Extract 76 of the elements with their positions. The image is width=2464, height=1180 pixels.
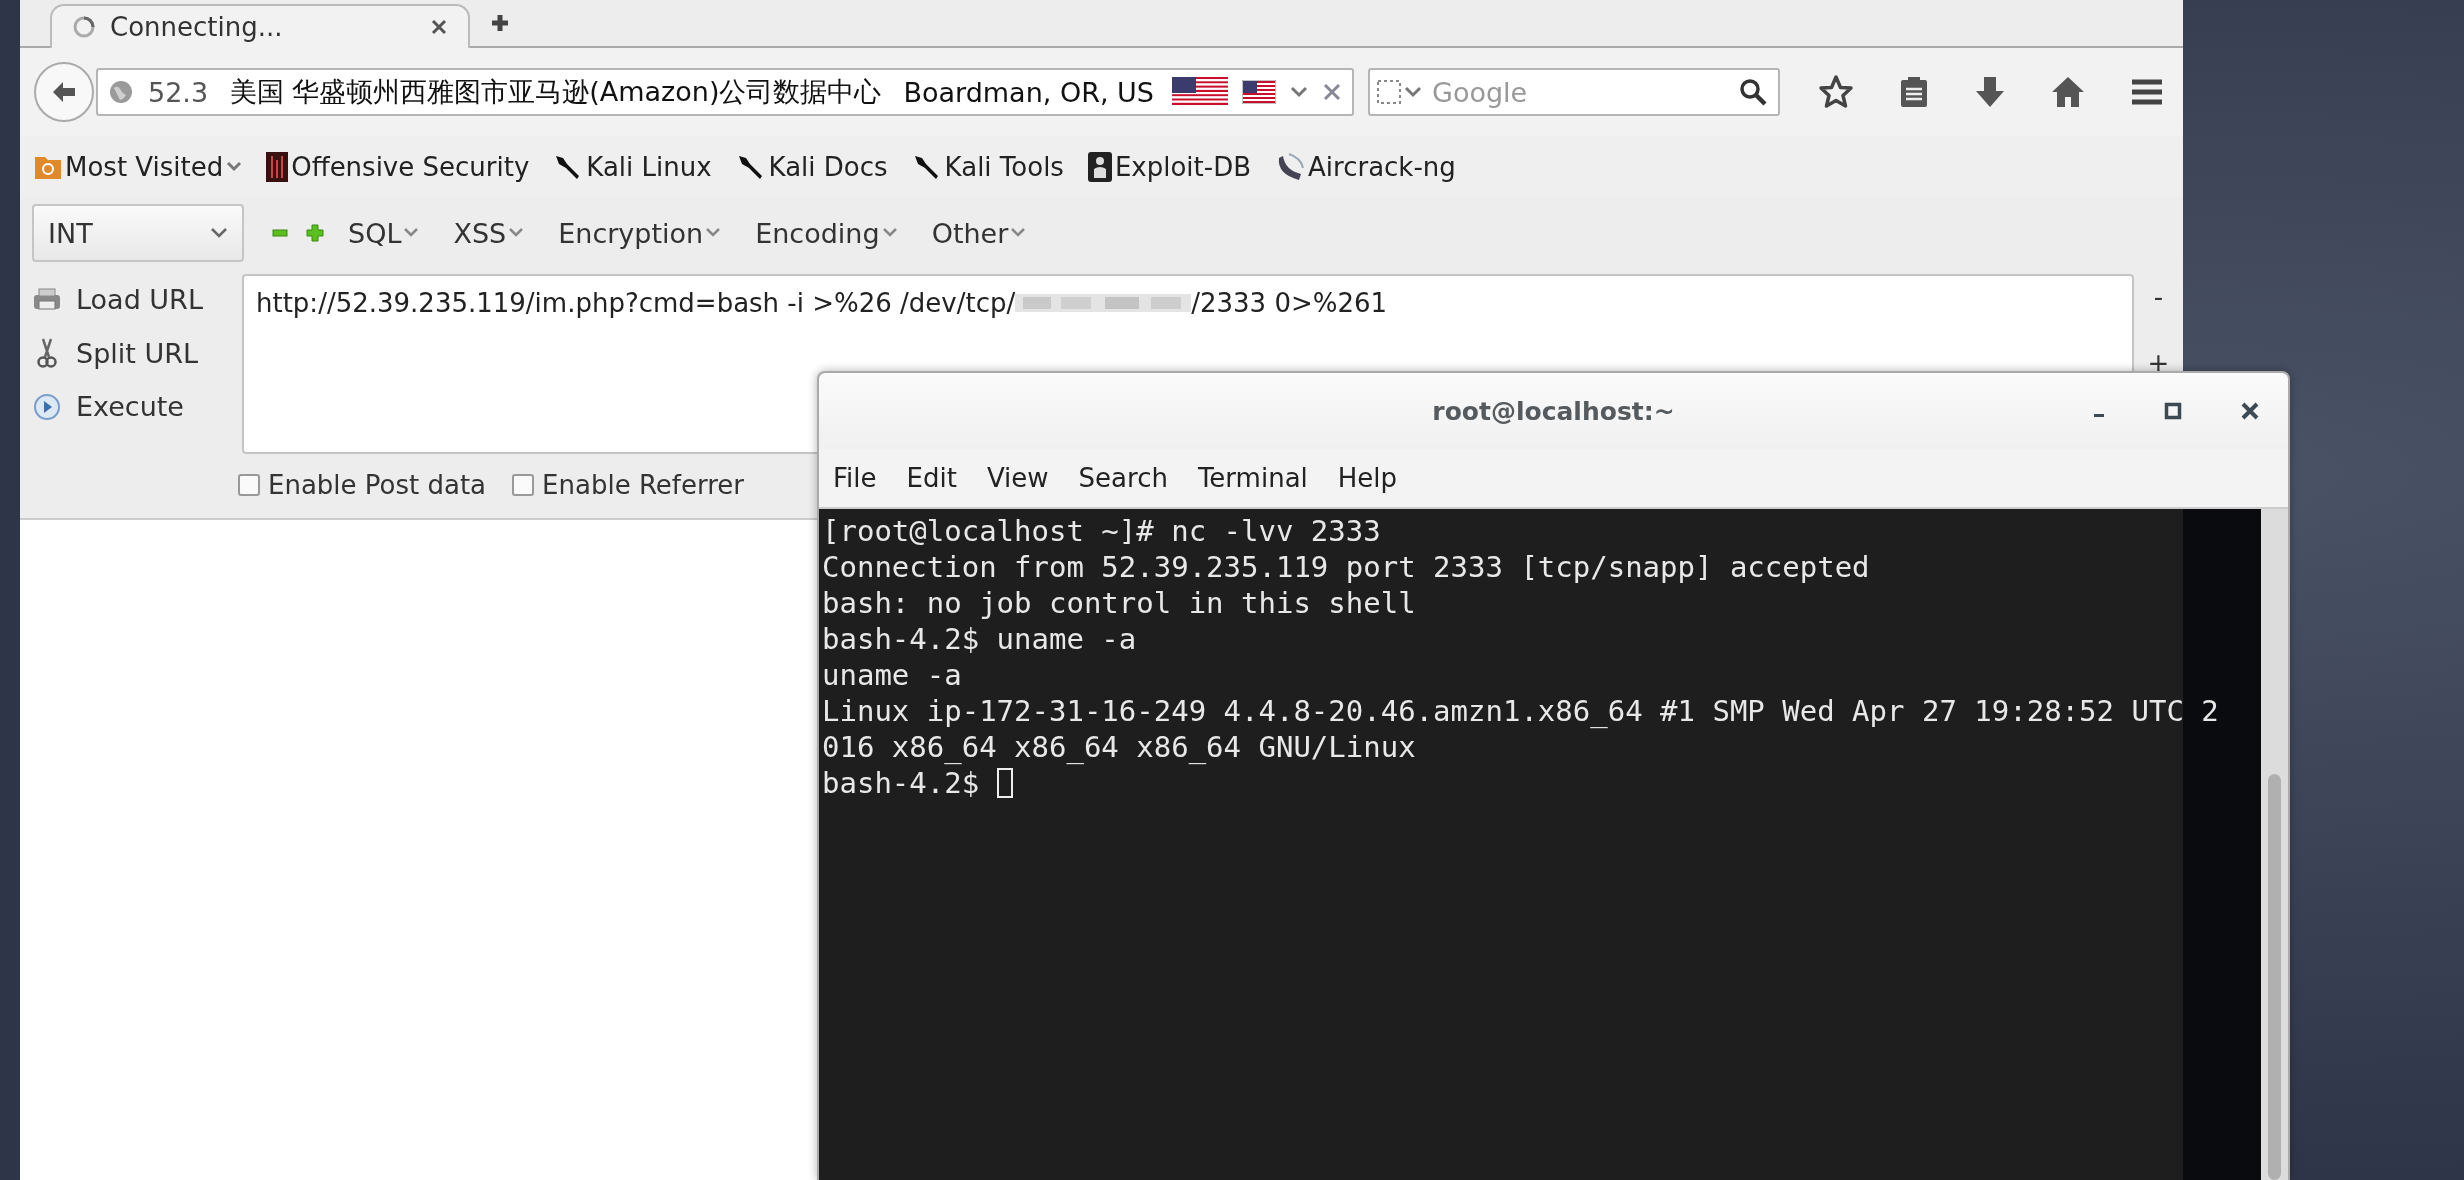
- search-field[interactable]: Google: [1368, 68, 1780, 116]
- caret-icon[interactable]: [1290, 86, 1308, 98]
- bookmark-button[interactable]: Kali Tools: [911, 152, 1064, 182]
- menu-button[interactable]: Other: [931, 217, 1027, 249]
- browser-tab[interactable]: Connecting...: [50, 4, 470, 48]
- menu-button[interactable]: Encoding: [755, 217, 898, 249]
- terminal-line: bash: no job control in this shell: [822, 585, 1416, 621]
- maximize-icon[interactable]: [2164, 402, 2182, 420]
- caret-icon: [508, 227, 525, 239]
- menu-item[interactable]: File: [833, 463, 877, 493]
- back-button[interactable]: [34, 62, 94, 122]
- address-field[interactable]: 52.3 美国 华盛顿州西雅图市亚马逊(Amazon)公司数据中心 Boardman, OR, US: [96, 68, 1354, 116]
- bookmark-button[interactable]: Most Visited: [34, 152, 243, 182]
- tab-title: Connecting...: [110, 12, 284, 42]
- encoding-select[interactable]: INT: [32, 204, 244, 262]
- play-icon: [32, 391, 62, 422]
- site-info-text: 美国 华盛顿州西雅图市亚马逊(Amazon)公司数据中心: [229, 75, 882, 109]
- clipboard-list-icon[interactable]: [1898, 75, 1930, 109]
- terminal-line: Linux ip-172-31-16-249 4.4.8-20.46.amzn1.x86_64 #1 SMP Wed Apr 27 19:28:52 UTC 2: [822, 693, 2219, 729]
- search-icon[interactable]: [1738, 77, 1768, 107]
- flag-icon[interactable]: [1242, 80, 1276, 104]
- close-icon[interactable]: [2240, 401, 2260, 421]
- location-text: Boardman, OR, US: [903, 76, 1154, 108]
- menu-button[interactable]: Encryption: [558, 217, 722, 249]
- action-button[interactable]: Execute: [76, 391, 184, 422]
- flag-icon: [1172, 77, 1228, 107]
- terminal-line: 016 x86_64 x86_64 x86_64 GNU/Linux: [822, 729, 1416, 765]
- home-icon[interactable]: [2050, 75, 2086, 109]
- checkbox[interactable]: [238, 474, 260, 496]
- menu-item[interactable]: Search: [1078, 463, 1168, 493]
- terminal-line: bash-4.2$ uname -a: [822, 621, 1137, 657]
- cursor: [996, 768, 1013, 798]
- close-icon[interactable]: [430, 18, 448, 36]
- terminal-line: uname -a: [822, 657, 962, 693]
- url-text: 52.3: [148, 76, 210, 108]
- terminal-line: bash-4.2$: [822, 765, 1013, 801]
- bookmark-button[interactable]: Kali Docs: [735, 152, 888, 182]
- folder-icon: [34, 154, 62, 180]
- caret-icon: [881, 227, 898, 239]
- terminal-line: [root@localhost ~]# nc -lvv 2333: [822, 513, 1381, 549]
- star-icon[interactable]: [1818, 74, 1854, 110]
- terminal-line: Connection from 52.39.235.119 port 2333 [tcp/snapp] accepted: [822, 549, 1870, 585]
- bookmark-button[interactable]: Aircrack-ng: [1275, 152, 1456, 182]
- caret-icon: [705, 227, 722, 239]
- scrollbar[interactable]: [2261, 509, 2288, 1180]
- menu-item[interactable]: Help: [1337, 463, 1398, 493]
- plus-icon[interactable]: [306, 224, 324, 242]
- checkbox-label: Enable Post data: [268, 470, 487, 500]
- new-tab-icon[interactable]: [490, 13, 510, 33]
- loading-icon: [72, 15, 96, 39]
- checkbox-label: Enable Referrer: [542, 470, 744, 500]
- side-button[interactable]: -: [2153, 282, 2164, 312]
- action-button[interactable]: Split URL: [76, 337, 198, 369]
- action-button[interactable]: Load URL: [76, 284, 203, 315]
- menu-button[interactable]: SQL: [348, 217, 420, 249]
- download-icon[interactable]: [1974, 75, 2006, 109]
- menu-icon[interactable]: [2130, 78, 2164, 106]
- bookmark-button[interactable]: Exploit-DB: [1087, 152, 1251, 182]
- bookmark-button[interactable]: Offensive Security: [266, 152, 530, 182]
- printer-icon: [32, 286, 62, 313]
- search-input[interactable]: Google: [1430, 75, 1732, 109]
- caret-icon: [1010, 227, 1027, 239]
- checkbox[interactable]: [512, 474, 535, 496]
- figure-icon: [1087, 152, 1112, 182]
- bookmark-button[interactable]: Kali Linux: [553, 152, 712, 182]
- globe-icon: [108, 79, 134, 105]
- menu-item[interactable]: Terminal: [1197, 463, 1308, 493]
- search-engine-icon[interactable]: [1376, 78, 1424, 106]
- menu-button[interactable]: XSS: [453, 217, 525, 249]
- menu-item[interactable]: Edit: [906, 463, 957, 493]
- caret-icon: [403, 227, 420, 239]
- caret-icon: [210, 227, 228, 239]
- window-title: root@localhost:~: [1432, 396, 1675, 426]
- menu-item[interactable]: View: [986, 463, 1049, 493]
- bars-icon: [266, 152, 289, 182]
- caret-icon: [226, 161, 243, 173]
